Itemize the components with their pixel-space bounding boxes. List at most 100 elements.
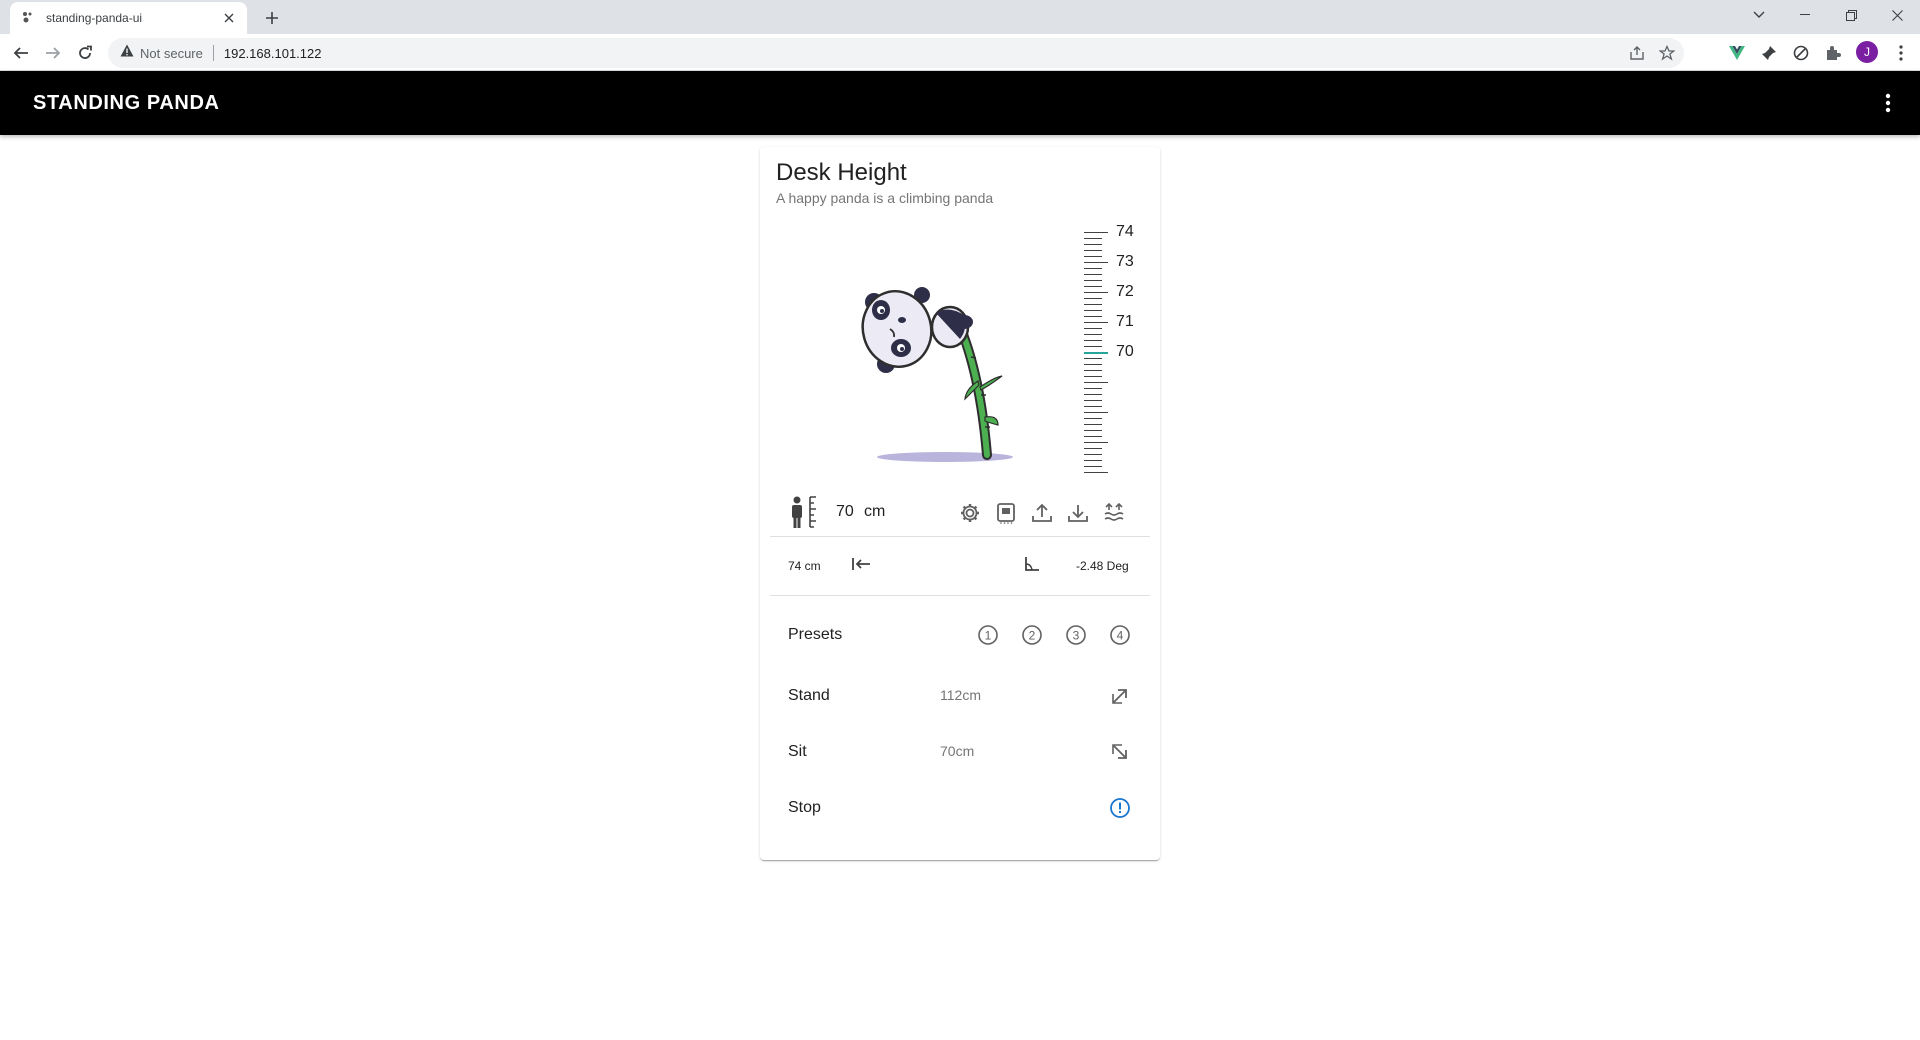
- ruler-tick: [1084, 268, 1102, 269]
- angle-icon: [1022, 555, 1042, 578]
- ruler-tick: [1084, 286, 1102, 287]
- ruler-tick: [1084, 424, 1102, 425]
- desk-info-row: 74 cm -2.48 Deg: [760, 537, 1160, 595]
- ruler-tick: [1084, 442, 1108, 443]
- max-height-value: 74 cm: [788, 559, 821, 573]
- sit-height-value: 70cm: [940, 743, 975, 759]
- ruler-tick: [1084, 274, 1102, 275]
- stop-row[interactable]: Stop: [760, 784, 1160, 832]
- preset-1-button[interactable]: 1: [974, 621, 1002, 649]
- ruler-tick: [1084, 340, 1102, 341]
- ruler-tick: [1084, 400, 1102, 401]
- ruler-label: 70: [1116, 343, 1134, 360]
- svg-text:1: 1: [985, 629, 992, 643]
- divider: [770, 595, 1150, 596]
- presets-label: Presets: [788, 626, 843, 643]
- ruler-tick: [1084, 376, 1102, 377]
- share-icon[interactable]: [1624, 38, 1650, 68]
- upload-icon[interactable]: [1028, 499, 1056, 527]
- tab-close-icon[interactable]: [221, 10, 237, 26]
- address-bar[interactable]: Not secure 192.168.101.122: [108, 38, 1684, 68]
- ruler-tick: [1084, 322, 1108, 323]
- app-bar: STANDING PANDA: [0, 71, 1920, 135]
- download-icon[interactable]: [1064, 499, 1092, 527]
- ruler-tick: [1084, 412, 1108, 413]
- security-label: Not secure: [140, 45, 203, 61]
- stand-up-icon[interactable]: [1106, 682, 1134, 710]
- stop-label: Stop: [788, 799, 821, 816]
- forward-arrow-icon[interactable]: [40, 40, 66, 66]
- bookmark-star-icon[interactable]: [1654, 38, 1680, 68]
- ruler-tick: [1084, 382, 1108, 383]
- ruler-tick: [1084, 328, 1102, 329]
- ruler-tick: [1084, 358, 1102, 359]
- sit-label: Sit: [788, 743, 807, 760]
- ruler-tick: [1084, 352, 1108, 354]
- ruler-tick: [1084, 238, 1102, 239]
- pin-extension-icon[interactable]: [1756, 40, 1782, 66]
- ruler-tick: [1084, 472, 1108, 473]
- ruler-label: 73: [1116, 253, 1134, 270]
- presets-row: Presets 1 2 3 4: [760, 611, 1160, 659]
- ruler-tick: [1084, 310, 1102, 311]
- stand-label: Stand: [788, 687, 830, 704]
- vue-devtools-icon[interactable]: [1724, 40, 1750, 66]
- ruler-tick: [1084, 406, 1102, 407]
- ruler-tick: [1084, 466, 1102, 467]
- reload-icon[interactable]: [72, 40, 98, 66]
- back-arrow-icon[interactable]: [8, 40, 34, 66]
- ruler-tick: [1084, 394, 1102, 395]
- warning-icon: [120, 44, 134, 62]
- limit-arrow-icon: [850, 555, 872, 578]
- omnibox-divider: [212, 45, 214, 61]
- stop-alert-icon[interactable]: [1106, 794, 1134, 822]
- ruler-tick: [1084, 418, 1102, 419]
- current-height-row: 70 cm: [760, 493, 1160, 533]
- ruler-label: 74: [1116, 223, 1134, 240]
- ruler-tick: [1084, 448, 1102, 449]
- profile-avatar[interactable]: J: [1856, 41, 1878, 63]
- save-icon[interactable]: [992, 499, 1020, 527]
- ruler-tick: [1084, 436, 1102, 437]
- stand-row[interactable]: Stand 112cm: [760, 672, 1160, 720]
- ruler-label: 71: [1116, 313, 1134, 330]
- tilt-angle-value: -2.48 Deg: [1076, 559, 1129, 573]
- preset-3-button[interactable]: 3: [1062, 621, 1090, 649]
- ruler-tick: [1084, 304, 1102, 305]
- more-vert-icon[interactable]: [1876, 91, 1900, 115]
- ruler-tick: [1084, 298, 1102, 299]
- height-value: 70: [836, 503, 854, 520]
- tab-search-icon[interactable]: [1736, 0, 1782, 30]
- browser-menu-icon[interactable]: [1888, 40, 1914, 66]
- svg-text:2: 2: [1029, 629, 1036, 643]
- ad-block-icon[interactable]: [1788, 40, 1814, 66]
- url-text: 192.168.101.122: [223, 45, 322, 61]
- minimize-button[interactable]: [1782, 0, 1828, 30]
- ruler-tick: [1084, 430, 1102, 431]
- ruler-tick: [1084, 250, 1102, 251]
- restore-button[interactable]: [1828, 0, 1874, 30]
- preset-4-button[interactable]: 4: [1106, 621, 1134, 649]
- ruler-label: 72: [1116, 283, 1134, 300]
- ruler-tick: [1084, 256, 1102, 257]
- card-title: Desk Height: [776, 159, 907, 186]
- ruler-tick: [1084, 364, 1102, 365]
- svg-text:3: 3: [1073, 629, 1080, 643]
- svg-text:4: 4: [1117, 629, 1124, 643]
- sit-row[interactable]: Sit 70cm: [760, 728, 1160, 776]
- favicon-icon: [20, 10, 36, 26]
- extensions-puzzle-icon[interactable]: [1820, 40, 1846, 66]
- tab-title: standing-panda-ui: [46, 11, 143, 25]
- ruler-tick: [1084, 346, 1102, 347]
- ruler-tick: [1084, 316, 1102, 317]
- gear-icon[interactable]: [956, 499, 984, 527]
- ruler-tick: [1084, 388, 1102, 389]
- preset-2-button[interactable]: 2: [1018, 621, 1046, 649]
- close-window-button[interactable]: [1874, 0, 1920, 30]
- new-tab-button[interactable]: [260, 6, 284, 30]
- browser-tab[interactable]: standing-panda-ui: [10, 2, 247, 34]
- ruler-tick: [1084, 292, 1108, 293]
- level-icon[interactable]: [1100, 499, 1128, 527]
- ruler-tick: [1084, 280, 1102, 281]
- sit-down-icon[interactable]: [1106, 738, 1134, 766]
